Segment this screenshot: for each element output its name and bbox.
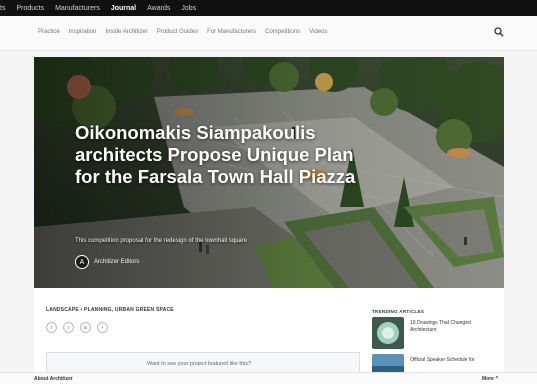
topnav-item-journal[interactable]: Journal (111, 5, 136, 12)
promo-text: Want to see your project featured like t… (147, 361, 252, 367)
twitter-share-icon[interactable]: t (63, 322, 74, 333)
subnav-videos[interactable]: Videos (309, 29, 327, 35)
footer-bar: About Architizer More ^ (0, 372, 537, 384)
author-avatar: A (75, 255, 89, 269)
top-navigation: ts Products Manufacturers Journal Awards… (0, 0, 537, 16)
subnav-product-guides[interactable]: Product Guides (157, 29, 198, 35)
trending-thumbnail (372, 317, 404, 349)
subnav-for-manufacturers[interactable]: For Manufacturers (207, 29, 256, 35)
hero-image[interactable]: Oikonomakis Siampakoulis architects Prop… (34, 57, 504, 288)
trending-thumbnail (372, 354, 404, 374)
topnav-item-jobs[interactable]: Jobs (181, 5, 196, 12)
topnav-item-awards[interactable]: Awards (147, 5, 170, 12)
about-link[interactable]: About Architizer (34, 376, 73, 382)
article-body: LANDSCAPE • PLANNING, URBAN GREEN SPACE … (34, 288, 504, 375)
linkedin-share-icon[interactable]: in (80, 322, 91, 333)
trending-item-label: Official Speaker Schedule for (410, 357, 475, 363)
share-buttons: f t in + (46, 322, 114, 333)
article-tags[interactable]: LANDSCAPE • PLANNING, URBAN GREEN SPACE (46, 307, 174, 313)
search-icon[interactable] (494, 27, 504, 37)
subnav-inspiration[interactable]: Inspiration (69, 29, 97, 35)
trending-item-label: 10 Drawings That Changed Architecture (410, 320, 471, 333)
article-subtitle: This competition proposal for the redesi… (75, 238, 248, 244)
topnav-item-manufacturers[interactable]: Manufacturers (55, 5, 100, 12)
author-byline[interactable]: A Architizer Editors (75, 255, 139, 269)
subnav-practice[interactable]: Practice (38, 29, 60, 35)
more-link[interactable]: More ^ (482, 376, 498, 382)
subnav-inside-architizer[interactable]: Inside Architizer (105, 29, 147, 35)
facebook-share-icon[interactable]: f (46, 322, 57, 333)
trending-item[interactable]: 10 Drawings That Changed Architecture (372, 317, 498, 349)
trending-title: TRENDING ARTICLES (372, 309, 425, 314)
topnav-item-products[interactable]: Products (16, 5, 44, 12)
more-share-icon[interactable]: + (97, 322, 108, 333)
journal-subnav: Practice Inspiration Inside Architizer P… (0, 16, 537, 51)
article-title[interactable]: Oikonomakis Siampakoulis architects Prop… (75, 122, 375, 188)
trending-item[interactable]: Official Speaker Schedule for (372, 354, 498, 374)
topnav-item-ts[interactable]: ts (0, 5, 5, 12)
author-name[interactable]: Architizer Editors (94, 259, 139, 265)
subnav-competitions[interactable]: Competitions (265, 29, 300, 35)
